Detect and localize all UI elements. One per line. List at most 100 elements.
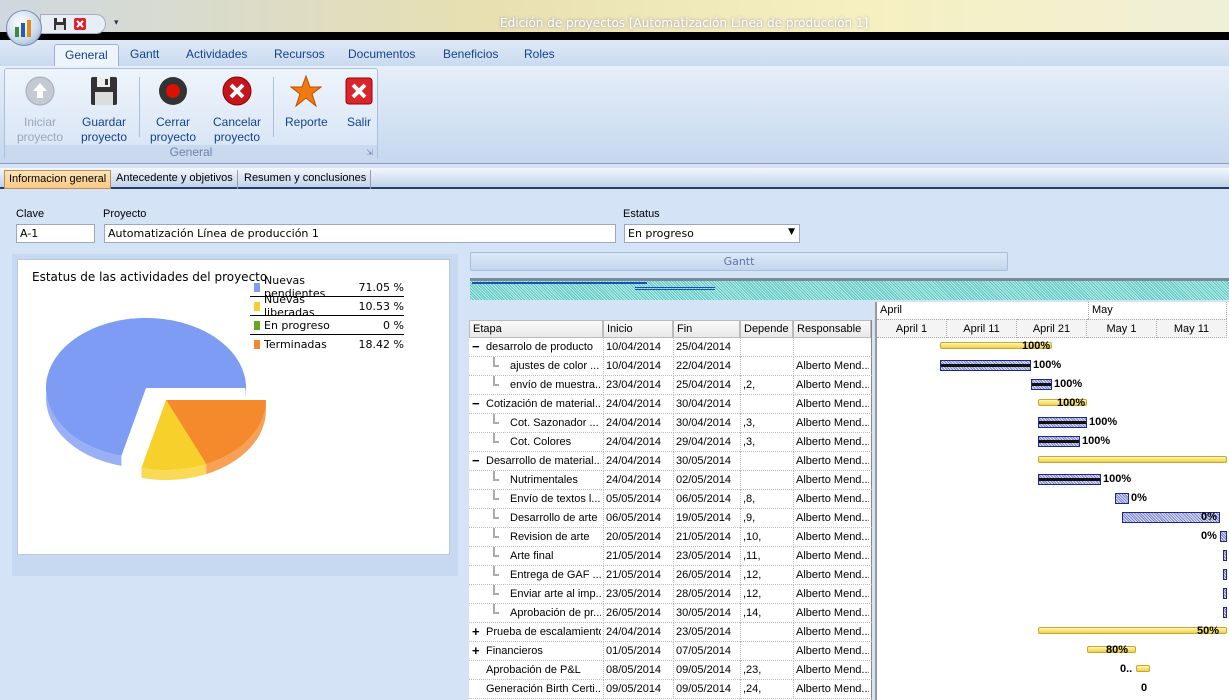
- cell-resp: Alberto Mend...: [796, 645, 869, 657]
- ribbon-tab-gantt[interactable]: Gantt: [120, 44, 169, 66]
- column-header-responsable[interactable]: Responsable: [793, 320, 871, 338]
- cell-divider: [673, 433, 674, 452]
- table-row[interactable]: Aprobación de P&L 08/05/2014 09/05/2014 ,23…: [469, 661, 872, 680]
- gantt-overview-scrollbar[interactable]: [470, 278, 1229, 300]
- cell-inicio: 24/04/2014: [606, 455, 662, 467]
- task-bar[interactable]: [1223, 607, 1227, 618]
- ribbon-tab-beneficios[interactable]: Beneficios: [433, 44, 508, 66]
- table-row[interactable]: Entrega de GAF ... 21/05/2014 26/05/2014 ,1…: [469, 566, 872, 585]
- cell-inicio: 21/05/2014: [606, 550, 662, 562]
- task-bar[interactable]: [1038, 436, 1080, 447]
- cell-divider: [793, 680, 794, 699]
- cell-inicio: 05/05/2014: [606, 493, 662, 505]
- collapse-icon[interactable]: −: [472, 396, 480, 411]
- expand-icon[interactable]: +: [472, 643, 480, 658]
- cell-fin: 30/04/2014: [676, 398, 732, 410]
- reporte-button[interactable]: Reporte: [285, 74, 328, 130]
- table-row[interactable]: Nutrimentales 24/04/2014 02/05/2014 Alberto…: [469, 471, 872, 490]
- button-label-2: proyecto: [17, 130, 64, 144]
- table-row[interactable]: + Prueba de escalamiento 24/04/2014 23/05/2…: [469, 623, 872, 642]
- ribbon-tab-recursos[interactable]: Recursos: [264, 44, 335, 66]
- table-row[interactable]: ajustes de color ... 10/04/2014 22/04/2014…: [469, 357, 872, 376]
- table-row[interactable]: Arte final 21/05/2014 23/05/2014 ,11, Albert…: [469, 547, 872, 566]
- chevron-down-icon[interactable]: ▼: [788, 227, 795, 237]
- cell-divider: [793, 661, 794, 680]
- cancelar-proyecto-button[interactable]: Cancelar proyecto: [213, 75, 261, 145]
- collapse-icon[interactable]: −: [472, 453, 480, 468]
- cell-divider: [793, 528, 794, 547]
- table-row[interactable]: Desarrollo de arte 06/05/2014 19/05/2014 ,9…: [469, 509, 872, 528]
- table-row[interactable]: + Financieros 01/05/2014 07/05/2014 Alberto …: [469, 642, 872, 661]
- table-row[interactable]: − Cotización de material... 24/04/2014 30/0…: [469, 395, 872, 414]
- guardar-proyecto-button[interactable]: Guardar proyecto: [81, 75, 127, 145]
- task-bar[interactable]: [1220, 531, 1227, 542]
- cell-fin: 25/04/2014: [676, 379, 732, 391]
- close-icon[interactable]: [73, 17, 87, 31]
- cell-resp: Alberto Mend...: [796, 379, 869, 391]
- column-header-etapa[interactable]: Etapa: [469, 320, 603, 338]
- column-header-inicio[interactable]: Inicio: [603, 320, 673, 338]
- cell-divider: [603, 661, 604, 680]
- cell-divider: [603, 433, 604, 452]
- legend-item: Nuevas liberadas 10.53 %: [250, 293, 404, 319]
- day-tick-header: May 11: [1157, 319, 1227, 338]
- table-row[interactable]: Cot. Sazonador ... 24/04/2014 30/04/2014 ,3…: [469, 414, 872, 433]
- cell-divider: [740, 395, 741, 414]
- proyecto-label: Proyecto: [103, 208, 147, 220]
- summary-bar[interactable]: [1038, 456, 1227, 463]
- table-row[interactable]: envío de muestra... 23/04/2014 25/04/2014,…: [469, 376, 872, 395]
- task-bar[interactable]: [1031, 379, 1052, 390]
- task-bar[interactable]: [1223, 569, 1227, 580]
- clave-input[interactable]: A-1: [16, 224, 95, 243]
- cell-inicio: 08/05/2014: [606, 664, 662, 676]
- table-row[interactable]: Generación Birth Certi... 09/05/2014 09/05…: [469, 680, 872, 699]
- legend-value: 0 %: [383, 318, 404, 332]
- cell-etapa: Envío de textos l...: [510, 493, 601, 505]
- table-row[interactable]: − desarrolo de producto 10/04/2014 25/04/20…: [469, 338, 872, 357]
- cell-etapa: Generación Birth Certi...: [486, 683, 601, 695]
- cell-fin: 19/05/2014: [676, 512, 732, 524]
- dialog-launcher-icon[interactable]: ⇲: [366, 148, 373, 157]
- table-row[interactable]: Envío de textos l... 05/05/2014 06/05/2014…: [469, 490, 872, 509]
- legend-swatch: [254, 301, 260, 311]
- cell-fin: 23/05/2014: [676, 550, 732, 562]
- table-row[interactable]: Cot. Colores 24/04/2014 29/04/2014 ,3, Alber…: [469, 433, 872, 452]
- legend-label: Terminadas: [264, 338, 327, 351]
- save-icon[interactable]: [53, 17, 67, 31]
- cell-divider: [673, 623, 674, 642]
- tree-line: [493, 376, 499, 386]
- tree-line: [493, 528, 499, 538]
- iniciar-proyecto-button[interactable]: Iniciar proyecto: [17, 75, 63, 145]
- ribbon-tab-documentos[interactable]: Documentos: [338, 44, 425, 66]
- tab-antecedente-y-objetivos[interactable]: Antecedente y objetivos: [112, 170, 238, 189]
- cell-inicio: 24/04/2014: [606, 626, 662, 638]
- collapse-icon[interactable]: −: [472, 339, 480, 354]
- proyecto-input[interactable]: Automatización Línea de producción 1: [104, 224, 616, 243]
- column-header-depende[interactable]: Depende: [740, 320, 793, 338]
- estatus-select[interactable]: En progreso ▼: [624, 224, 800, 243]
- tab-informacion-general[interactable]: Informacion general: [4, 170, 112, 189]
- ribbon-tab-actividades[interactable]: Actividades: [176, 44, 257, 66]
- tab-resumen-y-conclusiones[interactable]: Resumen y conclusiones: [240, 170, 372, 189]
- summary-bar[interactable]: [1136, 665, 1150, 672]
- task-bar[interactable]: [1038, 417, 1087, 428]
- task-bar[interactable]: [1223, 588, 1227, 599]
- cerrar-proyecto-button[interactable]: Cerrar proyecto: [150, 75, 196, 145]
- ribbon-tab-general[interactable]: General: [54, 44, 119, 66]
- table-row[interactable]: Revision de arte 20/05/2014 21/05/2014 ,10,…: [469, 528, 872, 547]
- ribbon-tab-roles[interactable]: Roles: [514, 44, 565, 66]
- app-menu-button[interactable]: [6, 10, 42, 46]
- cell-resp: Alberto Mend...: [796, 436, 869, 448]
- table-row[interactable]: Enviar arte al imp... 23/05/2014 28/05/201…: [469, 585, 872, 604]
- expand-icon[interactable]: +: [472, 624, 480, 639]
- column-header-fin[interactable]: Fin: [673, 320, 740, 338]
- task-bar[interactable]: [1223, 550, 1227, 561]
- gantt-section-header[interactable]: Gantt: [470, 252, 1008, 271]
- table-row[interactable]: − Desarrollo de material... 24/04/2014 30/0…: [469, 452, 872, 471]
- task-bar[interactable]: [940, 360, 1031, 371]
- salir-button[interactable]: Salir: [343, 75, 375, 130]
- task-bar[interactable]: [1115, 493, 1129, 504]
- task-bar[interactable]: [1038, 474, 1101, 485]
- table-row[interactable]: Aprobación de pr... 26/05/2014 30/05/2014,…: [469, 604, 872, 623]
- customize-toolbar-icon[interactable]: ▾: [114, 18, 119, 28]
